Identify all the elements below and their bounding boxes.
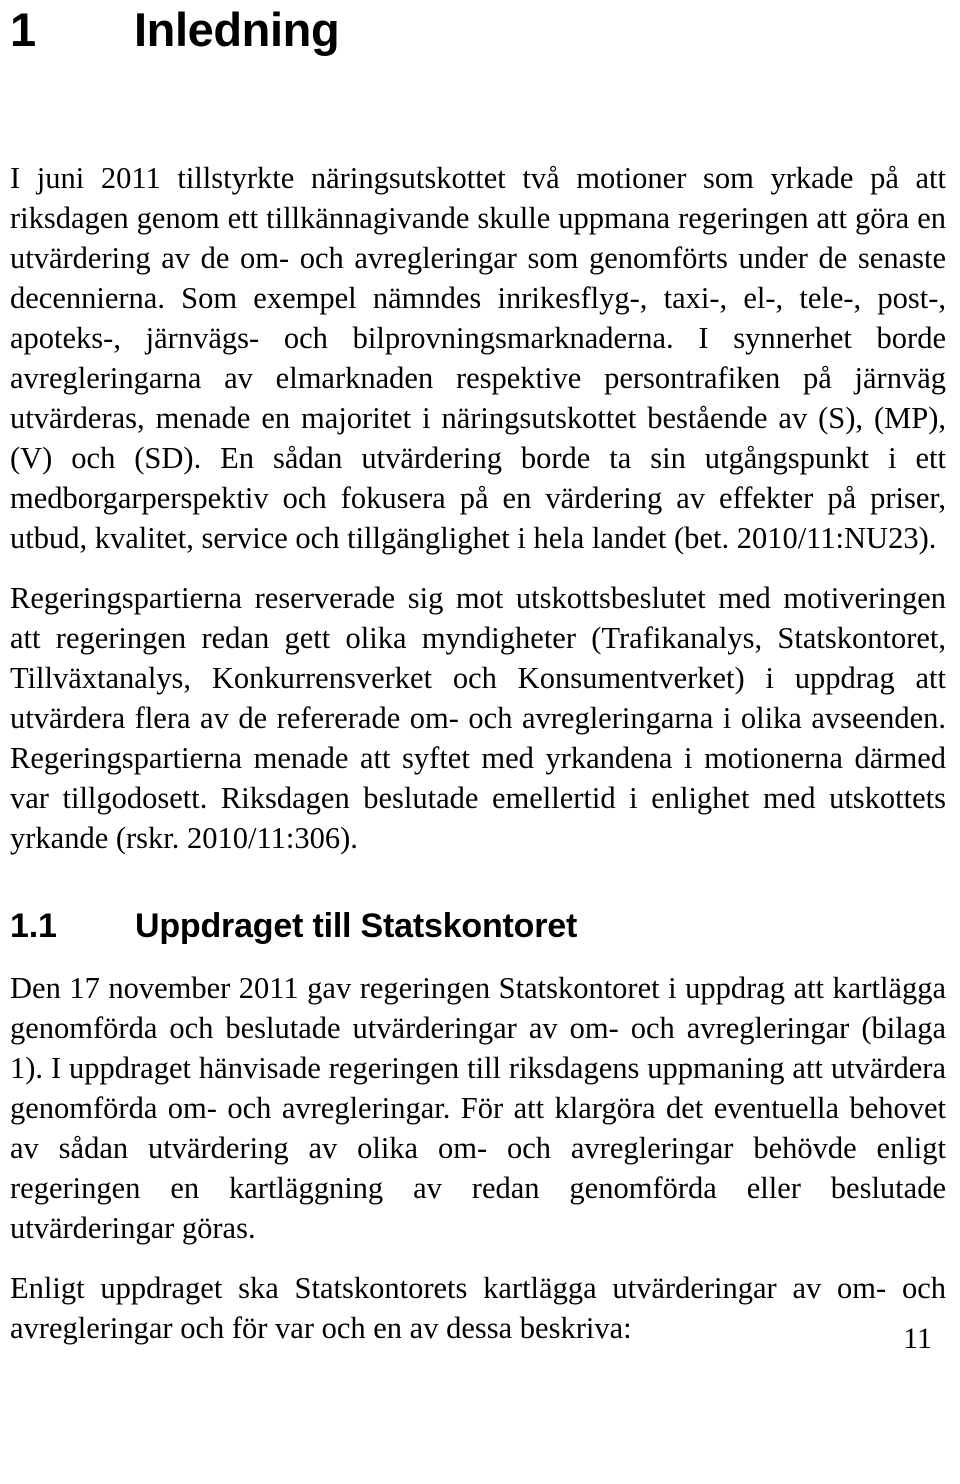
page-number: 11 bbox=[903, 1322, 932, 1355]
page-title: 1 Inledning bbox=[10, 0, 946, 58]
heading-1-number: 1 bbox=[10, 3, 36, 56]
paragraph-intro-1: I juni 2011 tillstyrkte näringsutskottet… bbox=[10, 161, 946, 555]
document-page: 1 Inledning I juni 2011 tillstyrkte närin… bbox=[0, 0, 960, 1484]
heading-1-label: Inledning bbox=[134, 3, 340, 56]
paragraph-section-2: Enligt uppdraget ska Statskontorets kart… bbox=[10, 1271, 946, 1345]
spacer-after-subheading bbox=[10, 947, 946, 968]
page-content: 1 Inledning I juni 2011 tillstyrkte närin… bbox=[10, 0, 946, 1355]
spacer-before-subheading bbox=[10, 858, 946, 905]
heading-1-1-label: Uppdraget till Statskontoret bbox=[135, 907, 578, 945]
heading-1-1-number: 1.1 bbox=[10, 907, 57, 945]
paragraph-section-1: Den 17 november 2011 gav regeringen Stat… bbox=[10, 971, 946, 1245]
paragraph-intro-2: Regeringspartierna reserverade sig mot u… bbox=[10, 581, 946, 855]
section-heading: 1.1 Uppdraget till Statskontoret bbox=[10, 905, 946, 947]
spacer-after-title bbox=[10, 58, 946, 158]
